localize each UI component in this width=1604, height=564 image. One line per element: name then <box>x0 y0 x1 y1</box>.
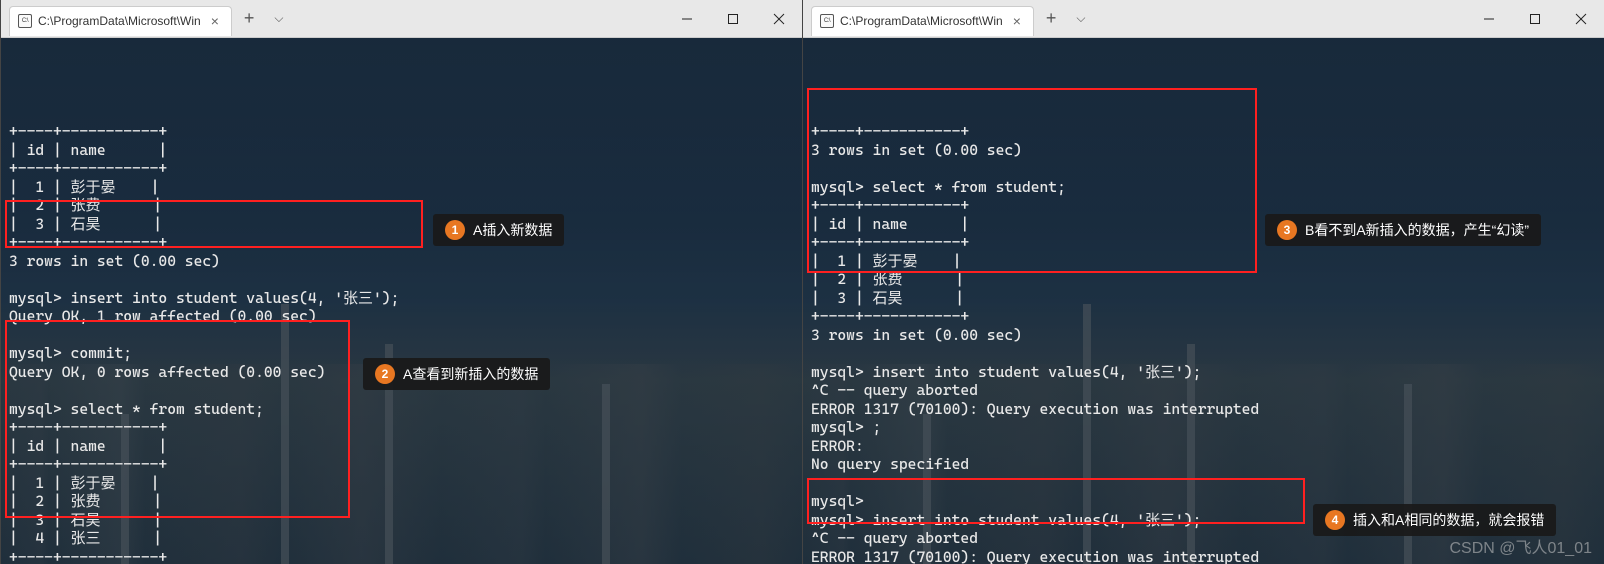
tab-active[interactable]: C:\ C:\ProgramData\Microsoft\Win × <box>9 6 232 36</box>
terminal-output: +----+-----------+ | id | name | +----+-… <box>9 122 794 564</box>
close-window-button[interactable] <box>756 0 802 37</box>
terminal-icon: C:\ <box>820 14 834 28</box>
callout-text: B看不到A新插入的数据，产生“幻读” <box>1305 221 1529 240</box>
tab-title: C:\ProgramData\Microsoft\Win <box>840 14 1003 28</box>
tab-title: C:\ProgramData\Microsoft\Win <box>38 14 201 28</box>
close-tab-button[interactable]: × <box>1009 13 1025 29</box>
titlebar: C:\ C:\ProgramData\Microsoft\Win × + ⌵ <box>803 0 1604 38</box>
callout-text: 插入和A相同的数据，就会报错 <box>1353 511 1544 530</box>
maximize-button[interactable] <box>1512 0 1558 37</box>
terminal-icon: C:\ <box>18 14 32 28</box>
window-controls <box>664 0 802 37</box>
callout-number: 4 <box>1325 510 1345 530</box>
close-window-button[interactable] <box>1558 0 1604 37</box>
minimize-button[interactable] <box>1466 0 1512 37</box>
callout-1: 1 A插入新数据 <box>433 214 564 246</box>
window-controls <box>1466 0 1604 37</box>
callout-number: 1 <box>445 220 465 240</box>
new-tab-button[interactable]: + <box>232 8 267 29</box>
callout-text: A插入新数据 <box>473 221 552 240</box>
tab-dropdown-button[interactable]: ⌵ <box>266 11 291 26</box>
callout-4: 4 插入和A相同的数据，就会报错 <box>1313 504 1556 536</box>
terminal-a[interactable]: +----+-----------+ | id | name | +----+-… <box>1 38 802 564</box>
window-b: C:\ C:\ProgramData\Microsoft\Win × + ⌵ +… <box>802 0 1604 564</box>
callout-text: A查看到新插入的数据 <box>403 365 538 384</box>
tab-active[interactable]: C:\ C:\ProgramData\Microsoft\Win × <box>811 6 1034 36</box>
new-tab-button[interactable]: + <box>1034 8 1069 29</box>
minimize-button[interactable] <box>664 0 710 37</box>
callout-number: 2 <box>375 364 395 384</box>
window-a: C:\ C:\ProgramData\Microsoft\Win × + ⌵ +… <box>0 0 802 564</box>
titlebar: C:\ C:\ProgramData\Microsoft\Win × + ⌵ <box>1 0 802 38</box>
terminal-output: +----+-----------+ 3 rows in set (0.00 s… <box>811 122 1596 564</box>
tab-dropdown-button[interactable]: ⌵ <box>1068 11 1093 26</box>
terminal-b[interactable]: +----+-----------+ 3 rows in set (0.00 s… <box>803 38 1604 564</box>
maximize-button[interactable] <box>710 0 756 37</box>
watermark: CSDN @飞人01_01 <box>1449 540 1592 559</box>
close-tab-button[interactable]: × <box>207 13 223 29</box>
callout-2: 2 A查看到新插入的数据 <box>363 358 550 390</box>
callout-3: 3 B看不到A新插入的数据，产生“幻读” <box>1265 214 1541 246</box>
callout-number: 3 <box>1277 220 1297 240</box>
